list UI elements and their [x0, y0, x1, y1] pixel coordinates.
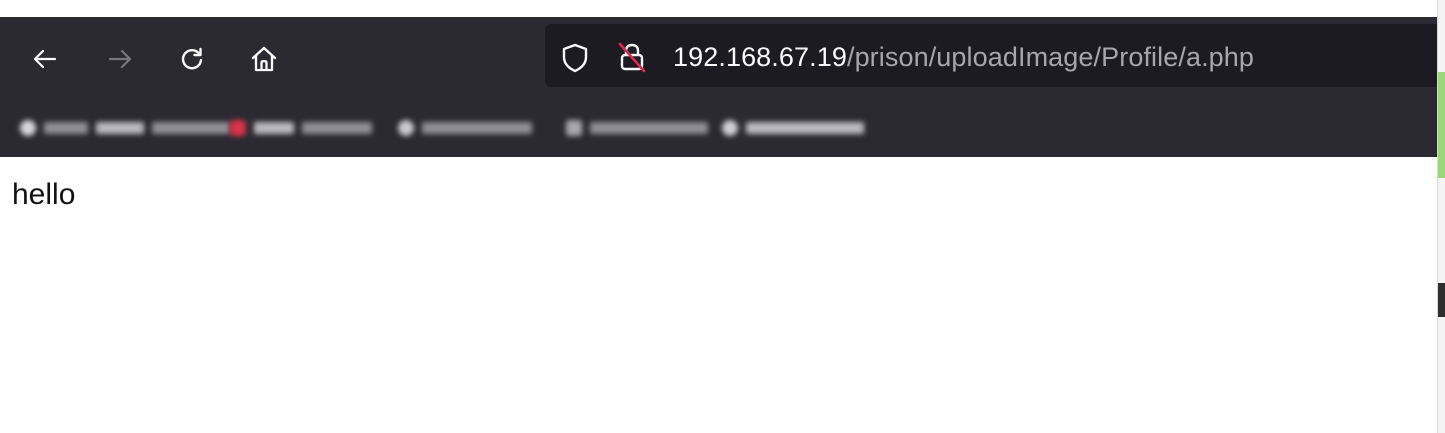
bookmark-item[interactable]: [230, 113, 372, 143]
edge-dark-strip: [1438, 283, 1445, 317]
bookmark-label-blurred: [152, 122, 230, 134]
url-host: 192.168.67.19: [673, 42, 847, 72]
page-content: hello: [0, 157, 1437, 433]
forward-arrow-icon: [108, 49, 132, 69]
bookmark-item[interactable]: [398, 113, 532, 143]
bookmark-label-blurred: [422, 122, 532, 134]
bookmark-favicon: [566, 120, 582, 136]
forward-button[interactable]: [100, 39, 140, 79]
bookmark-label-blurred: [746, 122, 864, 134]
url-path: /prison/uploadImage/Profile/a.php: [846, 42, 1255, 72]
bookmark-favicon: [230, 120, 246, 136]
bookmark-favicon: [722, 120, 738, 136]
home-icon: [251, 46, 277, 72]
window-right-edge: [1437, 0, 1445, 433]
address-bar[interactable]: 192.168.67.19/prison/uploadImage/Profile…: [545, 24, 1437, 87]
bookmark-favicon: [398, 120, 414, 136]
shield-icon[interactable]: [561, 43, 589, 73]
bookmark-label-blurred: [44, 122, 88, 134]
bookmark-item[interactable]: [722, 113, 864, 143]
reload-icon: [181, 47, 203, 70]
window-top-strip: [0, 0, 1437, 17]
insecure-lock-icon[interactable]: [617, 41, 647, 73]
bookmark-label-blurred: [254, 122, 294, 134]
browser-toolbar: 192.168.67.19/prison/uploadImage/Profile…: [0, 17, 1437, 101]
bookmark-label-blurred: [96, 122, 144, 134]
back-button[interactable]: [25, 39, 65, 79]
bookmark-item[interactable]: [20, 113, 230, 143]
bookmark-favicon: [20, 120, 36, 136]
bookmark-item[interactable]: [566, 113, 708, 143]
bookmark-label-blurred: [302, 122, 372, 134]
reload-button[interactable]: [172, 39, 212, 79]
edge-divider: [1437, 0, 1438, 433]
page-body-text: hello: [12, 178, 76, 211]
edge-green-strip: [1438, 72, 1445, 178]
url-text[interactable]: 192.168.67.19/prison/uploadImage/Profile…: [673, 42, 1254, 72]
bookmarks-toolbar: [0, 101, 1437, 157]
home-button[interactable]: [244, 39, 284, 79]
bookmark-label-blurred: [590, 122, 708, 134]
back-arrow-icon: [33, 49, 57, 69]
